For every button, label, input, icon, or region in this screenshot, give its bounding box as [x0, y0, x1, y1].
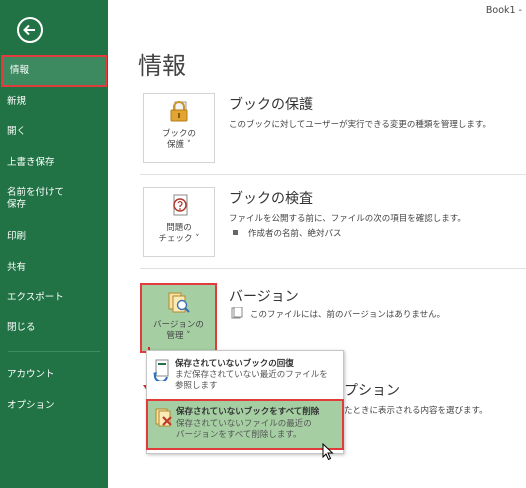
menu-item-delete-all-unsaved[interactable]: 保存されていないブックをすべて削除 保存されていないファイルの最近の バージョン… — [146, 399, 344, 450]
protect-tile-label: ブックの 保護 ˅ — [161, 129, 196, 150]
sidebar-item-account[interactable]: アカウント — [0, 369, 108, 381]
menu-item-recover-unsaved[interactable]: 保存されていないブックの回復 まだ保存されていない最近のファイルを 参照します — [147, 353, 343, 397]
sidebar-item-info[interactable]: 情報 — [1, 55, 107, 87]
inspect-bullet-text: 作成者の名前、絶対パス — [248, 229, 342, 239]
delete-all-unsaved-title: 保存されていないブックをすべて削除 — [176, 407, 320, 417]
manage-versions-menu: 保存されていないブックの回復 まだ保存されていない最近のファイルを 参照します … — [146, 350, 344, 454]
sidebar-item-export[interactable]: エクスポート — [0, 292, 108, 304]
document-versions-icon — [231, 307, 243, 319]
sidebar-item-print[interactable]: 印刷 — [0, 231, 108, 243]
versions-icon — [168, 292, 190, 313]
sidebar-item-save[interactable]: 上書き保存 — [0, 157, 108, 169]
backstage-sidebar: 情報 新規 開く 上書き保存 名前を付けて 保存 印刷 共有 エクスポート 閉じ… — [0, 0, 108, 488]
versions-description: このファイルには、前のバージョンはありません。 — [250, 310, 446, 320]
sidebar-item-save-as[interactable]: 名前を付けて 保存 — [0, 187, 108, 211]
delete-workbook-icon — [155, 408, 172, 427]
check-for-issues-button[interactable]: 問題の チェック ˅ — [143, 187, 215, 257]
document-inspect-icon — [173, 194, 188, 216]
back-arrow-icon — [23, 24, 35, 36]
recover-unsaved-description: まだ保存されていない最近のファイルを 参照します — [175, 370, 328, 391]
sidebar-item-close[interactable]: 閉じる — [0, 322, 108, 334]
recover-unsaved-title: 保存されていないブックの回復 — [175, 359, 294, 369]
inspect-description: ファイルを公開する前に、ファイルの次の項目を確認します。 — [229, 214, 466, 224]
inspect-heading: ブックの検査 — [229, 191, 313, 207]
browser-options-description: たときに表示される内容を選びます。 — [344, 406, 488, 416]
window-title: Book1 - — [485, 5, 522, 16]
section-divider — [140, 268, 526, 269]
bullet-icon — [233, 230, 238, 235]
delete-all-unsaved-description: 保存されていないファイルの最近の バージョンをすべて削除します。 — [176, 419, 312, 440]
manage-versions-button[interactable]: バージョンの 管理 ˅ — [140, 283, 217, 353]
sidebar-item-options[interactable]: オプション — [0, 400, 108, 412]
browser-options-heading: プション — [344, 383, 400, 399]
sidebar-item-open[interactable]: 開く — [0, 126, 108, 138]
sidebar-item-new[interactable]: 新規 — [0, 96, 108, 108]
sidebar-divider — [8, 351, 100, 352]
protect-heading: ブックの保護 — [229, 97, 313, 113]
section-divider — [140, 174, 526, 175]
versions-heading: バージョン — [229, 289, 299, 305]
mouse-cursor-icon — [322, 443, 334, 461]
protect-workbook-button[interactable]: ブックの 保護 ˅ — [143, 93, 215, 163]
inspect-tile-label: 問題の チェック ˅ — [158, 223, 200, 244]
lock-icon — [170, 101, 188, 122]
sidebar-item-share[interactable]: 共有 — [0, 262, 108, 274]
recover-workbook-icon — [153, 359, 169, 381]
page-title: 情報 — [138, 52, 186, 80]
back-button[interactable] — [17, 17, 43, 43]
protect-description: このブックに対してユーザーが実行できる変更の種類を管理します。 — [229, 120, 492, 130]
versions-tile-label: バージョンの 管理 ˅ — [153, 320, 204, 341]
